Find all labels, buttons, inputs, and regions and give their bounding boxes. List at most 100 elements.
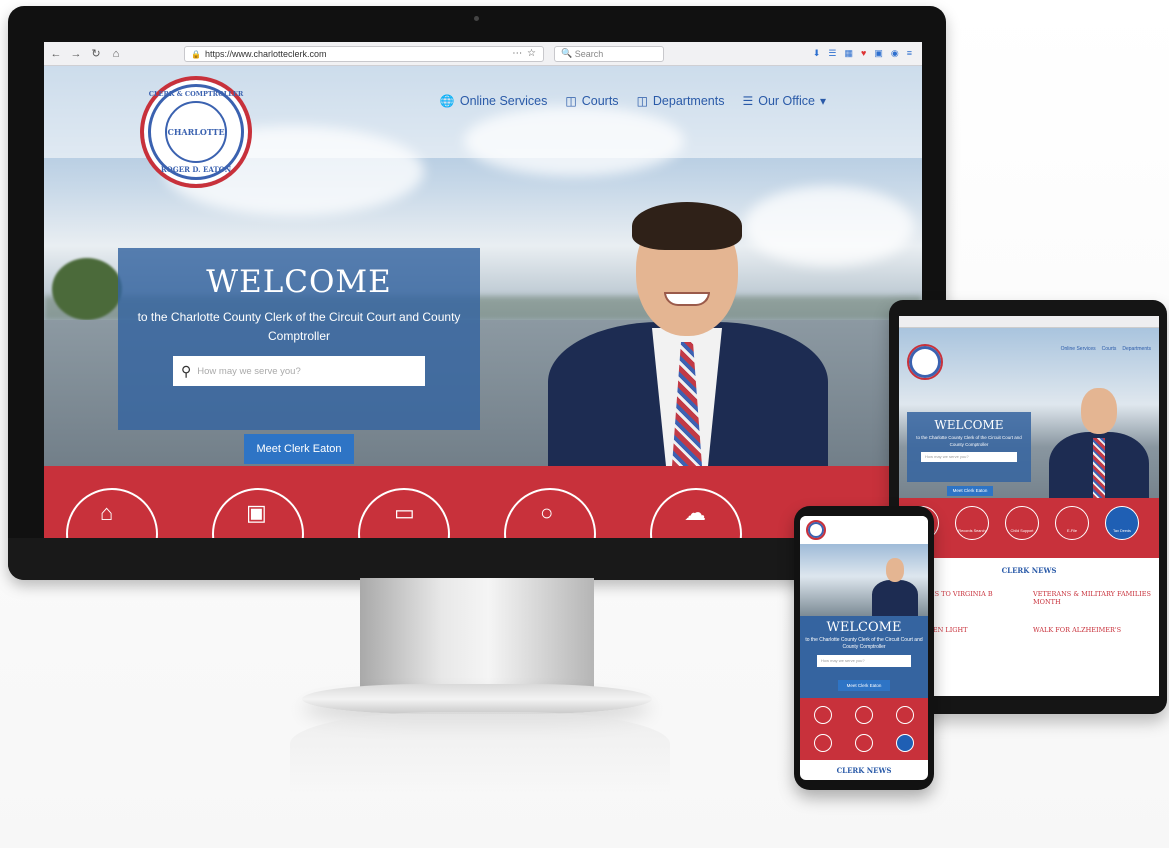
news-text-block: [1033, 608, 1153, 626]
tablet-nav-online-services[interactable]: Online Services: [1061, 346, 1096, 352]
menu-icon: ☰: [742, 94, 754, 108]
browser-toolbar: ← → ↻ ⌂ 🔒 https://www.charlotteclerk.com…: [44, 42, 922, 66]
home-icon[interactable]: ⌂: [108, 46, 124, 62]
tablet-clerk-portrait: [1049, 388, 1149, 510]
seal-top-text: CLERK & COMPTROLLER: [148, 90, 244, 98]
desktop-screen: ← → ↻ ⌂ 🔒 https://www.charlotteclerk.com…: [44, 42, 922, 542]
forward-arrow-icon[interactable]: →: [68, 46, 84, 62]
clerk-seal-logo[interactable]: CLERK & COMPTROLLER CHARLOTTE ROGER D. E…: [140, 76, 252, 188]
tablet-services-bar: Career Search Records Search Child Suppo…: [899, 498, 1159, 558]
tablet-service-records[interactable]: Records Search: [955, 506, 989, 540]
smile-shape: [664, 292, 710, 306]
phone-device: WELCOME to the Charlotte County Clerk of…: [794, 506, 934, 790]
nav-label: Departments: [652, 94, 725, 108]
nav-label: Courts: [581, 94, 619, 108]
news-headline[interactable]: VETERANS & MILITARY FAMILIES MONTH: [1033, 590, 1153, 606]
phone-seal-logo[interactable]: [806, 520, 826, 540]
tablet-news-heading: CLERK NEWS: [1001, 566, 1057, 575]
browser-search-field[interactable]: 🔍 Search: [554, 45, 664, 62]
back-arrow-icon[interactable]: ←: [48, 46, 64, 62]
phone-meet-button[interactable]: Meet Clerk Eaton: [838, 680, 890, 691]
tree-shape: [52, 258, 122, 320]
nav-label: Online Services: [459, 94, 548, 108]
nav-online-services[interactable]: 🌐 Online Services: [440, 94, 548, 108]
monitor-icon: ▣: [246, 500, 267, 525]
phone-search-input[interactable]: How may we serve you?: [817, 655, 911, 667]
nav-courts[interactable]: ◫ Courts: [565, 94, 618, 108]
person-icon: ○: [540, 500, 554, 525]
tablet-welcome-subtitle: to the Charlotte County Clerk of the Cir…: [916, 435, 1022, 447]
reader-icon[interactable]: ▦: [845, 48, 854, 59]
lock-icon: 🔒: [191, 49, 201, 59]
suit-shape: [872, 580, 918, 616]
tablet-welcome-panel: WELCOME to the Charlotte County Clerk of…: [907, 412, 1031, 482]
seal-bottom-text: ROGER D. EATON: [160, 165, 232, 174]
site-navigation: 🌐 Online Services ◫ Courts ◫ Departments…: [440, 94, 826, 108]
tablet-seal-logo[interactable]: [907, 344, 943, 380]
welcome-panel: WELCOME to the Charlotte County Clerk of…: [118, 248, 480, 430]
site-search-placeholder: How may we serve you?: [197, 365, 301, 377]
hair-shape: [632, 202, 742, 250]
phone-hero: [800, 544, 928, 616]
tablet-welcome-title: WELCOME: [934, 418, 1004, 432]
stand-reflection: [290, 712, 670, 792]
menu-icon[interactable]: ≡: [907, 48, 912, 59]
phone-service-circle[interactable]: [814, 734, 832, 752]
desktop-monitor: ← → ↻ ⌂ 🔒 https://www.charlotteclerk.com…: [8, 6, 946, 580]
face-shape: [1081, 388, 1117, 434]
phone-service-circle[interactable]: [855, 706, 873, 724]
responsive-mockup: ← → ↻ ⌂ 🔒 https://www.charlotteclerk.com…: [0, 0, 1169, 848]
site-search-input[interactable]: ⚲ How may we serve you?: [173, 356, 425, 386]
tablet-service-efile[interactable]: E-File: [1055, 506, 1089, 540]
tablet-search-input[interactable]: How may we serve you?: [921, 452, 1017, 462]
screenshot-icon[interactable]: ▣: [874, 48, 883, 59]
tablet-screen: Online Services Courts Departments WELCO…: [899, 316, 1159, 696]
camera-dot: [474, 16, 479, 21]
seal-center: CHARLOTTE: [165, 101, 227, 163]
tablet-news-col-right: VETERANS & MILITARY FAMILIES MONTH WALK …: [1033, 590, 1153, 636]
phone-service-circle[interactable]: [855, 734, 873, 752]
tablet-nav-departments[interactable]: Departments: [1122, 346, 1151, 352]
phone-service-circle[interactable]: [896, 734, 914, 752]
browser-search-placeholder: Search: [574, 48, 604, 59]
nav-departments[interactable]: ◫ Departments: [637, 94, 725, 108]
news-headline[interactable]: WALK FOR ALZHEIMER'S: [1033, 626, 1153, 634]
phone-service-circle[interactable]: [896, 706, 914, 724]
clerk-portrait: [510, 194, 860, 472]
phone-services-bar: [800, 698, 928, 760]
phone-welcome-subtitle: to the Charlotte County Clerk of the Cir…: [805, 637, 923, 650]
sync-icon[interactable]: ◉: [891, 48, 899, 59]
cloud-icon: ☁: [684, 500, 706, 525]
phone-header: [800, 516, 928, 544]
services-bar: ⌂ ▣ ▭ ○ ☁: [44, 466, 922, 542]
library-icon[interactable]: ☰: [828, 48, 836, 59]
tablet-browser-toolbar: [899, 316, 1159, 328]
tablet-meet-button[interactable]: Meet Clerk Eaton: [947, 486, 993, 496]
phone-service-circle[interactable]: [814, 706, 832, 724]
reload-icon[interactable]: ↻: [88, 46, 104, 62]
url-bar[interactable]: 🔒 https://www.charlotteclerk.com ⋯ ☆: [184, 45, 544, 62]
tablet-service-tax-deeds[interactable]: Tax Deeds: [1105, 506, 1139, 540]
monitor-stand-base: [302, 684, 652, 714]
caret-down-icon: ▾: [819, 94, 826, 108]
search-icon: ⚲: [181, 362, 192, 379]
download-icon[interactable]: ⬇: [813, 48, 821, 59]
tablet-navigation: Online Services Courts Departments: [1061, 346, 1151, 352]
shield-icon[interactable]: ♥: [861, 48, 866, 59]
nav-label: Our Office: [758, 94, 815, 108]
house-icon: ⌂: [100, 500, 114, 525]
search-icon: 🔍: [561, 48, 575, 58]
face-shape: [886, 558, 904, 582]
tablet-service-child-support[interactable]: Child Support: [1005, 506, 1039, 540]
tablet-nav-courts[interactable]: Courts: [1102, 346, 1117, 352]
folder-icon: ▭: [394, 500, 415, 525]
page-actions-icon[interactable]: ⋯ ☆: [512, 48, 537, 59]
nav-our-office[interactable]: ☰ Our Office ▾: [742, 94, 826, 108]
phone-welcome-title: WELCOME: [826, 620, 902, 635]
phone-news-heading: CLERK NEWS: [836, 766, 892, 775]
url-text: https://www.charlotteclerk.com: [205, 48, 327, 59]
meet-clerk-button[interactable]: Meet Clerk Eaton: [244, 434, 354, 464]
hero-section: CLERK & COMPTROLLER CHARLOTTE ROGER D. E…: [44, 66, 922, 472]
monitor-stand-neck: [360, 578, 594, 690]
briefcase-icon: ◫: [565, 94, 577, 108]
